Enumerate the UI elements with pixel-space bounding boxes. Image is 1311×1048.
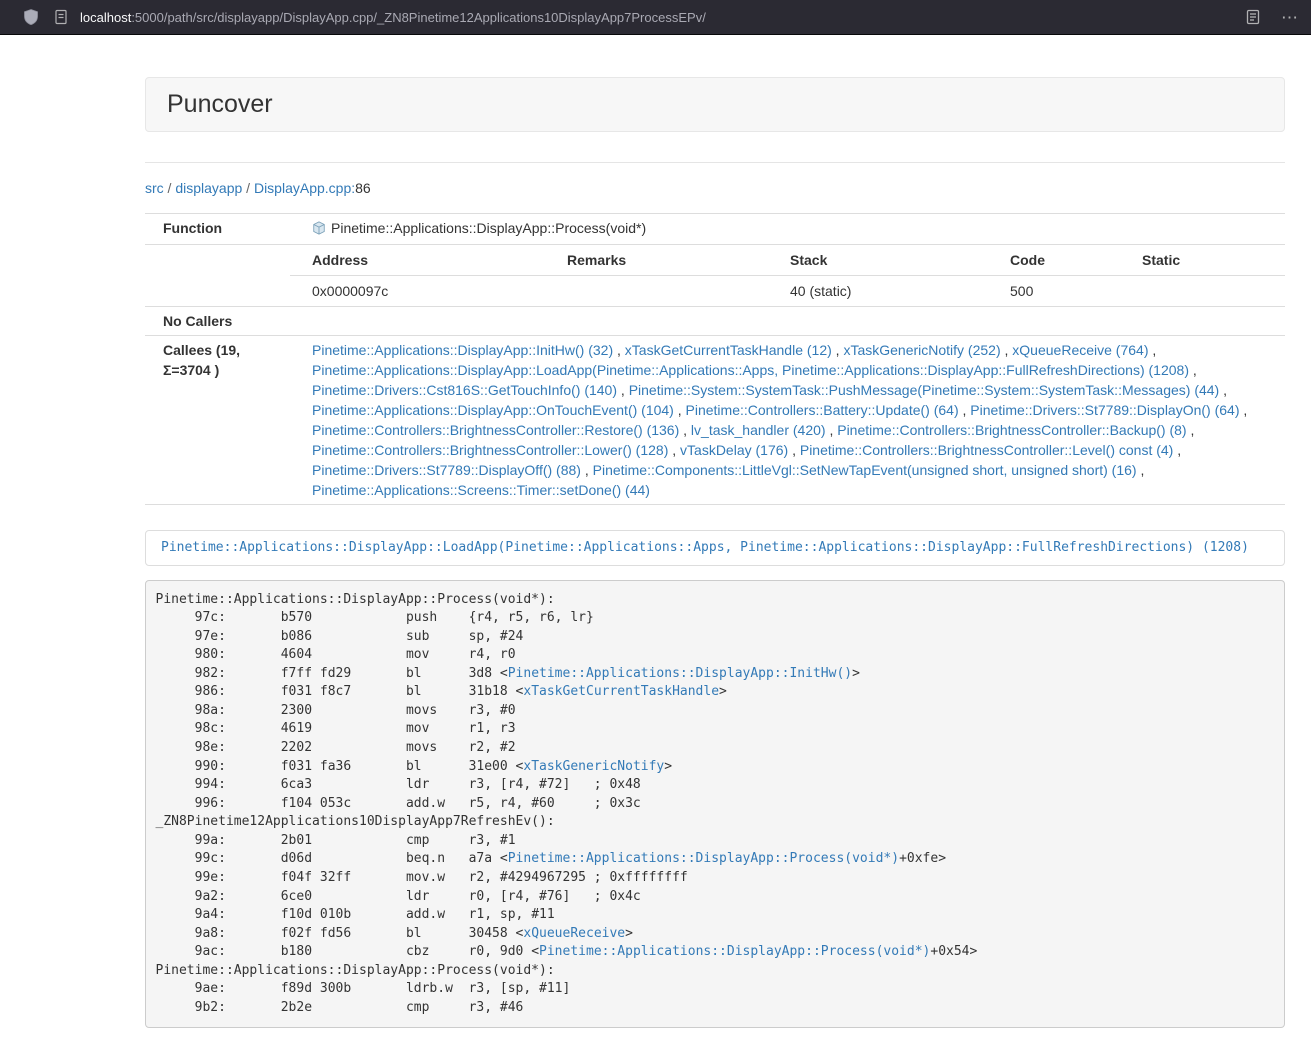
- code-symbol-link[interactable]: Pinetime::Applications::DisplayApp::Init…: [508, 666, 852, 681]
- code-symbol-link[interactable]: Pinetime::Applications::DisplayApp::Proc…: [539, 944, 930, 959]
- no-callers-label: No Callers: [145, 307, 290, 336]
- function-row-label: Function: [145, 214, 290, 245]
- details-row: Address Remarks Stack Code Static 0x0000…: [145, 245, 1285, 307]
- callee-link[interactable]: Pinetime::Drivers::St7789::DisplayOff() …: [312, 462, 581, 478]
- column-header-address: Address: [290, 245, 545, 276]
- column-header-remarks: Remarks: [545, 245, 768, 276]
- callee-link[interactable]: Pinetime::Drivers::Cst816S::GetTouchInfo…: [312, 382, 617, 398]
- callee-link[interactable]: Pinetime::Drivers::St7789::DisplayOn() (…: [970, 402, 1239, 418]
- code-symbol-link[interactable]: Pinetime::Applications::DisplayApp::Proc…: [508, 851, 899, 866]
- cell-remarks: [545, 276, 768, 307]
- callee-link[interactable]: Pinetime::Controllers::BrightnessControl…: [837, 422, 1186, 438]
- page-header-card: Puncover: [145, 77, 1285, 132]
- callee-link[interactable]: Pinetime::Controllers::BrightnessControl…: [312, 442, 668, 458]
- callees-row: Callees (19, Σ=3704 ) Pinetime::Applicat…: [145, 336, 1285, 505]
- callee-link[interactable]: Pinetime::Controllers::BrightnessControl…: [800, 442, 1173, 458]
- tracking-protection-shield-icon[interactable]: [22, 8, 40, 26]
- code-symbol-link[interactable]: xTaskGetCurrentTaskHandle: [523, 684, 719, 699]
- column-header-stack: Stack: [768, 245, 988, 276]
- details-header-row: Address Remarks Stack Code Static: [290, 245, 1285, 276]
- overflow-menu-icon[interactable]: ⋯: [1281, 9, 1299, 26]
- disassembly-block: Pinetime::Applications::DisplayApp::Proc…: [145, 580, 1285, 1028]
- callee-link[interactable]: vTaskDelay (176): [680, 442, 788, 458]
- callees-label: Callees (19, Σ=3704 ): [145, 336, 290, 505]
- callee-link[interactable]: Pinetime::Applications::Screens::Timer::…: [312, 482, 650, 498]
- divider: [145, 162, 1285, 163]
- details-table: Address Remarks Stack Code Static 0x0000…: [290, 245, 1285, 306]
- callee-link[interactable]: Pinetime::Applications::DisplayApp::Init…: [312, 342, 613, 358]
- callee-link[interactable]: xQueueReceive (764): [1012, 342, 1148, 358]
- function-table: Function Pinetime::Applications::Display…: [145, 213, 1285, 505]
- url-host: localhost: [80, 10, 131, 25]
- callee-link[interactable]: Pinetime::System::SystemTask::PushMessag…: [629, 382, 1220, 398]
- empty-cell: [145, 245, 290, 307]
- breadcrumb-link[interactable]: DisplayApp.cpp:: [254, 180, 355, 196]
- details-value-row: 0x0000097c 40 (static) 500: [290, 276, 1285, 307]
- breadcrumb-separator: /: [242, 180, 254, 196]
- browser-toolbar: localhost:5000/path/src/displayapp/Displ…: [0, 0, 1311, 35]
- url-path: :5000/path/src/displayapp/DisplayApp.cpp…: [131, 10, 706, 25]
- page-title: Puncover: [167, 91, 1263, 118]
- page-icon[interactable]: [54, 9, 68, 25]
- reader-view-icon[interactable]: [1245, 9, 1261, 25]
- no-callers-row: No Callers: [145, 307, 1285, 336]
- code-symbol-link[interactable]: xQueueReceive: [523, 926, 625, 941]
- callee-link[interactable]: xTaskGetCurrentTaskHandle (12): [625, 342, 832, 358]
- code-section-header: Pinetime::Applications::DisplayApp::Load…: [145, 530, 1285, 566]
- callee-link[interactable]: Pinetime::Controllers::Battery::Update()…: [686, 402, 959, 418]
- breadcrumb-line-number: 86: [355, 180, 371, 196]
- callee-link[interactable]: Pinetime::Applications::DisplayApp::Load…: [312, 362, 1189, 378]
- breadcrumb: src / displayapp / DisplayApp.cpp:86: [145, 178, 1285, 198]
- cell-stack: 40 (static): [768, 276, 988, 307]
- breadcrumb-link[interactable]: src: [145, 180, 164, 196]
- url-bar[interactable]: localhost:5000/path/src/displayapp/Displ…: [80, 10, 1233, 25]
- code-header-symbol-link[interactable]: Pinetime::Applications::DisplayApp::Load…: [161, 540, 1249, 555]
- cell-static: [1120, 276, 1285, 307]
- cell-code: 500: [988, 276, 1120, 307]
- callee-link[interactable]: Pinetime::Applications::DisplayApp::OnTo…: [312, 402, 674, 418]
- callee-link[interactable]: lv_task_handler (420): [691, 422, 826, 438]
- function-signature: Pinetime::Applications::DisplayApp::Proc…: [331, 220, 646, 236]
- breadcrumb-separator: /: [164, 180, 176, 196]
- function-row: Function Pinetime::Applications::Display…: [145, 214, 1285, 245]
- callee-link[interactable]: Pinetime::Components::LittleVgl::SetNewT…: [593, 462, 1137, 478]
- callee-link[interactable]: xTaskGenericNotify (252): [843, 342, 1000, 358]
- code-symbol-link[interactable]: xTaskGenericNotify: [523, 759, 664, 774]
- column-header-static: Static: [1120, 245, 1285, 276]
- breadcrumb-link[interactable]: displayapp: [175, 180, 242, 196]
- function-symbol-icon: [312, 220, 326, 240]
- callees-list: Pinetime::Applications::DisplayApp::Init…: [290, 336, 1285, 505]
- callee-link[interactable]: Pinetime::Controllers::BrightnessControl…: [312, 422, 679, 438]
- page-container: Puncover src / displayapp / DisplayApp.c…: [145, 77, 1285, 1028]
- cell-address: 0x0000097c: [290, 276, 545, 307]
- column-header-code: Code: [988, 245, 1120, 276]
